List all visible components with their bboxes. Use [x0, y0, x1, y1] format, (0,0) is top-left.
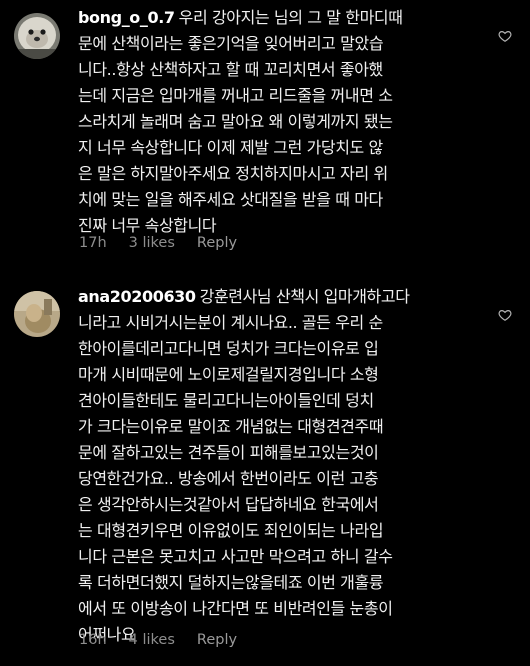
- comment-line: 견아이들한테도 물리고다니는아이들인데 덩치: [78, 391, 374, 410]
- comment-line: 문에 잘하고있는 견주들이 피해를보고있는것이: [78, 443, 379, 462]
- comment: bong_o_0.7 우리 강아지는 님의 그 말 한마디때 문에 산책이라는 좋…: [0, 0, 530, 270]
- comment-line: 치에 맞는 일을 해주세요 삿대질을 받을 때 마다: [78, 190, 383, 209]
- timestamp: 16h: [79, 632, 107, 648]
- timestamp: 17h: [79, 235, 107, 251]
- heart-icon[interactable]: [498, 308, 512, 322]
- comment-text: ana20200630 강훈련사님 산책시 입마개하고다 니라고 시비거시는분이 …: [78, 284, 478, 648]
- comment-line: 지 너무 속상합니다 이제 제발 그런 가당치도 않: [78, 138, 383, 157]
- comment-line: 당연한건가요.. 방송에서 한번이라도 이런 고충: [78, 469, 379, 488]
- avatar-photo: [14, 13, 60, 59]
- avatar[interactable]: [14, 13, 60, 59]
- comment: ana20200630 강훈련사님 산책시 입마개하고다 니라고 시비거시는분이 …: [0, 280, 530, 666]
- comment-meta: 17h 3 likes Reply: [79, 235, 259, 251]
- username[interactable]: bong_o_0.7: [78, 8, 175, 27]
- comment-line: 니다 근본은 못고치고 사고만 막으려고 하니 갈수: [78, 547, 393, 566]
- likes-count[interactable]: 4 likes: [129, 632, 175, 648]
- comment-line: 는 대형견키우면 이유없이도 죄인이되는 나라입: [78, 521, 384, 540]
- comment-text: bong_o_0.7 우리 강아지는 님의 그 말 한마디때 문에 산책이라는 좋…: [78, 5, 478, 239]
- comment-line: 스라치게 놀래며 숨고 말아요 왜 이렇게까지 됐는: [78, 112, 393, 131]
- comment-line: 문에 산책이라는 좋은기억을 잊어버리고 말았습: [78, 34, 384, 53]
- comment-line: 록 더하면더했지 덜하지는않을테죠 이번 개훌륭: [78, 573, 384, 592]
- reply-button[interactable]: Reply: [197, 235, 237, 251]
- comment-line: 한아이를데리고다니면 덩치가 크다는이유로 입: [78, 339, 379, 358]
- comment-meta: 16h 4 likes Reply: [79, 632, 259, 648]
- likes-count[interactable]: 3 likes: [129, 235, 175, 251]
- comment-line: ana20200630 강훈련사님 산책시 입마개하고다: [78, 284, 478, 310]
- comment-line: 은 생각안하시는것같아서 답답하네요 한국에서: [78, 495, 379, 514]
- comment-line-text: 우리 강아지는 님의 그 말 한마디때: [178, 8, 403, 27]
- reply-button[interactable]: Reply: [197, 632, 237, 648]
- heart-icon[interactable]: [498, 29, 512, 43]
- comment-line: 에서 또 이방송이 나간다면 또 비반려인들 눈총이: [78, 599, 393, 618]
- comment-line: 니라고 시비거시는분이 계시나요.. 골든 우리 순: [78, 313, 383, 332]
- comment-line: 가 크다는이유로 말이죠 개념없는 대형견견주때: [78, 417, 384, 436]
- avatar-photo: [14, 291, 60, 337]
- comment-line: 은 말은 하지말아주세요 정치하지마시고 자리 위: [78, 164, 388, 183]
- comment-line: 는데 지금은 입마개를 꺼내고 리드줄을 꺼내면 소: [78, 86, 393, 105]
- avatar[interactable]: [14, 291, 60, 337]
- comment-line: 마개 시비때문에 노이로제걸릴지경입니다 소형: [78, 365, 379, 384]
- username[interactable]: ana20200630: [78, 287, 196, 306]
- comment-line-text: 강훈련사님 산책시 입마개하고다: [199, 287, 410, 306]
- comment-line: 니다..항상 산책하자고 할 때 꼬리치면서 좋아했: [78, 60, 383, 79]
- comment-line: bong_o_0.7 우리 강아지는 님의 그 말 한마디때: [78, 5, 478, 31]
